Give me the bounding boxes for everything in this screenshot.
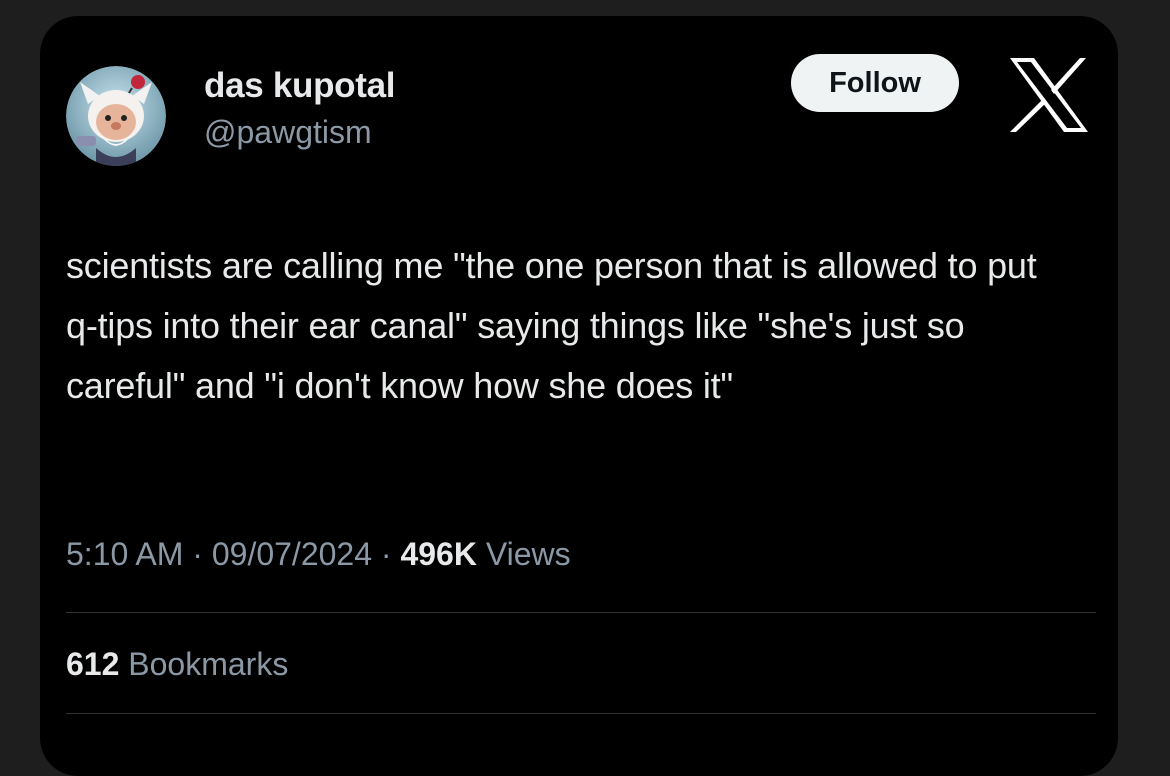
tweet-date[interactable]: 09/07/2024	[212, 536, 372, 572]
views-label: Views	[485, 536, 571, 572]
views-count: 496K	[400, 536, 477, 572]
display-name[interactable]: das kupotal	[204, 66, 395, 106]
bookmarks-stat[interactable]: 612 Bookmarks	[66, 646, 288, 683]
tweet-card: das kupotal @pawgtism Follow scientists …	[40, 16, 1118, 776]
meta-separator: ·	[192, 536, 203, 572]
tweet-time[interactable]: 5:10 AM	[66, 536, 183, 572]
x-logo-graphic	[1010, 58, 1088, 132]
divider	[66, 612, 1096, 613]
avatar[interactable]	[66, 66, 166, 166]
x-logo-icon[interactable]	[1006, 56, 1092, 134]
bookmarks-count: 612	[66, 646, 120, 682]
tweet-text: scientists are calling me "the one perso…	[66, 245, 1037, 406]
avatar-image	[66, 66, 166, 166]
user-handle[interactable]: @pawgtism	[204, 114, 372, 151]
divider	[66, 713, 1096, 714]
tweet-meta: 5:10 AM · 09/07/2024 · 496K Views	[66, 536, 571, 573]
meta-separator: ·	[380, 536, 392, 572]
bookmarks-label: Bookmarks	[128, 646, 289, 682]
follow-button[interactable]: Follow	[791, 54, 959, 112]
